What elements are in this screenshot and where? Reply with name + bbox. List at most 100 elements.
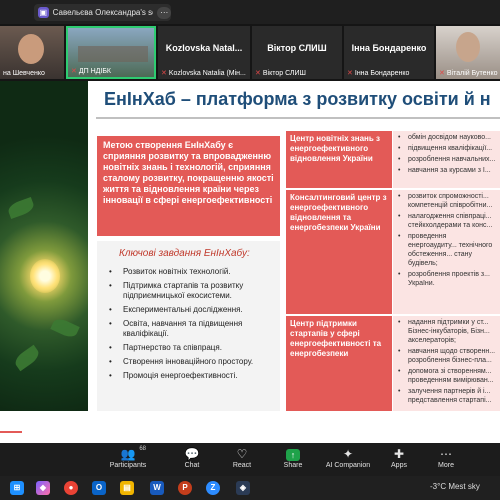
list-item: розроблення навчальних... bbox=[396, 155, 497, 164]
list-item: Підтримка стартапів та розвитку підприєм… bbox=[105, 281, 275, 301]
ai-companion-button[interactable]: ✦ AI Companion bbox=[320, 446, 376, 474]
word-icon[interactable]: W bbox=[150, 481, 164, 495]
list-item: обмін досвідом науково... bbox=[396, 133, 497, 142]
react-button[interactable]: ♡ React bbox=[214, 446, 270, 474]
title-divider bbox=[96, 117, 500, 119]
center-activities: розвиток спроможності... компетенцій спі… bbox=[393, 190, 500, 314]
leaf-shape bbox=[6, 196, 36, 220]
chat-label: Chat bbox=[184, 462, 200, 469]
list-item: Розвиток новітніх технологій. bbox=[105, 267, 275, 277]
slide-title: ЕнІнХаб – платформа з розвитку освіти й … bbox=[104, 89, 491, 109]
chat-icon: 💬 bbox=[184, 447, 200, 461]
list-item: налагодження співпраці... стейкхолдерами… bbox=[396, 212, 497, 230]
copilot-icon[interactable]: ◆ bbox=[36, 481, 50, 495]
key-tasks-list: Розвиток новітніх технологій. Підтримка … bbox=[105, 267, 275, 385]
goal-statement: Метою створення ЕнІнХабу є сприяння розв… bbox=[97, 136, 280, 236]
mic-muted-icon: ✕ bbox=[71, 68, 77, 75]
participant-display-name: Kozlovska Natal... bbox=[165, 43, 243, 53]
participant-name: на Шевченко bbox=[3, 70, 45, 77]
participant-name: ДП НДІБК bbox=[78, 68, 112, 75]
participants-icon: 👥 bbox=[120, 447, 136, 461]
more-label: More bbox=[438, 462, 454, 469]
meeting-toolbar: 👥 68 Participants 💬 Chat ♡ React ↑ Share… bbox=[0, 443, 500, 476]
more-dots-icon: ⋯ bbox=[440, 447, 452, 461]
participant-tile[interactable]: Інна Бондаренко ✕ Інна Бондаренко bbox=[344, 26, 434, 79]
leaf-shape bbox=[12, 344, 42, 372]
slide-decorative-photo bbox=[0, 81, 88, 411]
list-item: Освіта, навчання та підвищення кваліфіка… bbox=[105, 319, 275, 339]
participant-tile[interactable]: на Шевченко bbox=[0, 26, 64, 79]
participant-display-name: Віктор СЛИШ bbox=[267, 43, 327, 53]
list-item: розроблення проектів з... України. bbox=[396, 270, 497, 288]
sparkle-icon: ✦ bbox=[342, 447, 354, 461]
list-item: підвищення кваліфікації... bbox=[396, 144, 497, 153]
list-item: Промоція енергоефективності. bbox=[105, 371, 275, 381]
center-activities: обмін досвідом науково... підвищення ква… bbox=[393, 131, 500, 188]
participant-tile-active-speaker[interactable]: ✕ ДП НДІБК bbox=[66, 26, 156, 79]
list-item: залучення партнерів й і... представлення… bbox=[396, 387, 497, 405]
participant-tile[interactable]: ✕ Віталій Бутенко bbox=[436, 26, 500, 79]
weather-widget[interactable]: -3°C Mest sky bbox=[430, 482, 480, 491]
file-explorer-icon[interactable]: ▤ bbox=[120, 481, 134, 495]
zoom-top-bar: ▣ Савельєва Олександра's screen ⋯ bbox=[0, 0, 500, 24]
zoom-icon[interactable]: Z bbox=[206, 481, 220, 495]
participant-video-strip: на Шевченко ✕ ДП НДІБК Kozlovska Natal...… bbox=[0, 24, 500, 81]
outlook-icon[interactable]: O bbox=[92, 481, 106, 495]
table-row: Консалтинговий центр з енергоефективного… bbox=[286, 190, 500, 314]
share-button[interactable]: ↑ Share bbox=[265, 446, 321, 474]
key-tasks-box: Ключові завдання ЕнІнХабу: Розвиток нові… bbox=[97, 241, 280, 411]
participant-display-name: Інна Бондаренко bbox=[351, 43, 427, 53]
heart-icon: ♡ bbox=[236, 447, 248, 461]
list-item: розвиток спроможності... компетенцій спі… bbox=[396, 192, 497, 210]
chrome-icon[interactable]: ● bbox=[64, 481, 78, 495]
app-icon[interactable]: ◈ bbox=[236, 481, 250, 495]
participants-count: 68 bbox=[139, 446, 146, 452]
screen-share-indicator[interactable]: ▣ Савельєва Олександра's screen ⋯ bbox=[34, 4, 171, 21]
list-item: Експериментальні дослідження. bbox=[105, 305, 275, 315]
list-item: Партнерство та співпраця. bbox=[105, 343, 275, 353]
shared-slide: ЕнІнХаб – платформа з розвитку освіти й … bbox=[0, 81, 500, 443]
centers-table: Центр новітніх знань з енергоефективного… bbox=[286, 131, 500, 443]
powerpoint-icon[interactable]: P bbox=[178, 481, 192, 495]
chat-button[interactable]: 💬 Chat bbox=[164, 446, 220, 474]
participant-name: Інна Бондаренко bbox=[354, 70, 410, 77]
ai-companion-label: AI Companion bbox=[325, 462, 371, 469]
lightbulb-glow bbox=[30, 259, 60, 293]
mic-muted-icon: ✕ bbox=[347, 70, 353, 77]
mic-muted-icon: ✕ bbox=[161, 70, 167, 77]
footer-accent-line bbox=[0, 431, 22, 433]
mic-muted-icon: ✕ bbox=[255, 70, 261, 77]
participant-tile[interactable]: Kozlovska Natal... ✕ Kozlovska Natalia (М… bbox=[158, 26, 250, 79]
list-item: проведення енергоаудиту... технічного об… bbox=[396, 232, 497, 268]
participant-name: Віктор СЛИШ bbox=[262, 70, 306, 77]
list-item: навчання щодо створенн... розроблення бі… bbox=[396, 347, 497, 365]
key-tasks-heading: Ключові завдання ЕнІнХабу: bbox=[119, 248, 250, 259]
participant-face bbox=[456, 32, 480, 62]
windows-start-icon[interactable]: ⊞ bbox=[10, 481, 24, 495]
conference-room-image bbox=[78, 46, 148, 62]
more-button[interactable]: ⋯ More bbox=[418, 446, 474, 474]
react-label: React bbox=[232, 462, 252, 469]
list-item: навчання за курсами з І... bbox=[396, 166, 497, 175]
participants-button[interactable]: 👥 68 Participants bbox=[100, 446, 156, 474]
os-taskbar: ⊞ ◆ ● O ▤ W P Z ◈ -3°C Mest sky bbox=[0, 476, 500, 500]
share-arrow-icon: ↑ bbox=[286, 449, 300, 461]
center-name: Центр новітніх знань з енергоефективного… bbox=[286, 131, 392, 188]
apps-label: Apps bbox=[391, 462, 407, 469]
list-item: надання підтримки у ст... Бізнес-інкубат… bbox=[396, 318, 497, 345]
screen-share-label: Савельєва Олександра's screen bbox=[52, 8, 154, 17]
list-item: допомога зі створенням... проведенням ви… bbox=[396, 367, 497, 385]
mic-muted-icon: ✕ bbox=[439, 70, 445, 77]
table-row: Центр новітніх знань з енергоефективного… bbox=[286, 131, 500, 188]
participants-label: Participants bbox=[109, 462, 147, 469]
participant-tile[interactable]: Віктор СЛИШ ✕ Віктор СЛИШ bbox=[252, 26, 342, 79]
participant-name: Kozlovska Natalia (Мін... bbox=[168, 70, 246, 77]
participant-name: Віталій Бутенко bbox=[446, 70, 498, 77]
share-screen-icon: ▣ bbox=[38, 7, 49, 18]
center-name: Консалтинговий центр з енергоефективного… bbox=[286, 190, 392, 314]
list-item: Створення інноваційного простору. bbox=[105, 357, 275, 367]
share-label: Share bbox=[283, 462, 303, 469]
participant-face bbox=[18, 34, 44, 64]
leaf-shape bbox=[50, 316, 80, 340]
more-options-icon[interactable]: ⋯ bbox=[157, 6, 171, 19]
